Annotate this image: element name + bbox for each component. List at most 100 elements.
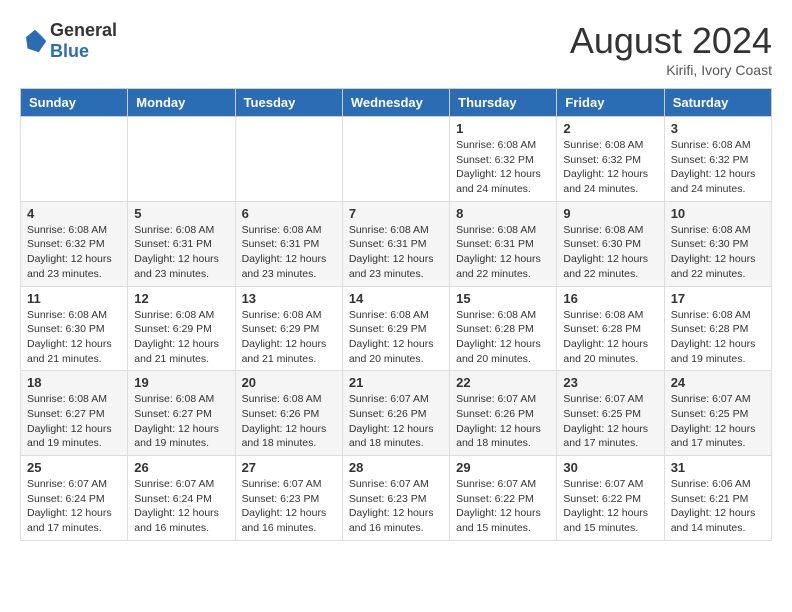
day-number: 31 [671,460,765,475]
day-number: 12 [134,291,228,306]
calendar-day-cell: 30 Sunrise: 6:07 AM Sunset: 6:22 PM Dayli… [557,456,664,541]
day-number: 5 [134,206,228,221]
logo-blue-text: Blue [50,41,89,61]
day-info: Sunrise: 6:08 AM Sunset: 6:32 PM Dayligh… [563,138,657,197]
day-number: 17 [671,291,765,306]
calendar-day-cell: 16 Sunrise: 6:08 AM Sunset: 6:28 PM Dayli… [557,286,664,371]
day-info: Sunrise: 6:07 AM Sunset: 6:22 PM Dayligh… [456,477,550,536]
day-number: 23 [563,375,657,390]
calendar-day-cell: 7 Sunrise: 6:08 AM Sunset: 6:31 PM Daylig… [342,201,449,286]
day-info: Sunrise: 6:08 AM Sunset: 6:31 PM Dayligh… [134,223,228,282]
day-info: Sunrise: 6:08 AM Sunset: 6:31 PM Dayligh… [242,223,336,282]
day-number: 22 [456,375,550,390]
day-info: Sunrise: 6:08 AM Sunset: 6:26 PM Dayligh… [242,392,336,451]
calendar-day-cell: 29 Sunrise: 6:07 AM Sunset: 6:22 PM Dayli… [450,456,557,541]
day-info: Sunrise: 6:08 AM Sunset: 6:27 PM Dayligh… [134,392,228,451]
day-info: Sunrise: 6:08 AM Sunset: 6:30 PM Dayligh… [27,308,121,367]
day-of-week-header: Friday [557,89,664,117]
calendar-day-cell: 8 Sunrise: 6:08 AM Sunset: 6:31 PM Daylig… [450,201,557,286]
day-number: 24 [671,375,765,390]
day-number: 13 [242,291,336,306]
day-number: 18 [27,375,121,390]
day-info: Sunrise: 6:07 AM Sunset: 6:24 PM Dayligh… [27,477,121,536]
day-info: Sunrise: 6:08 AM Sunset: 6:31 PM Dayligh… [349,223,443,282]
day-info: Sunrise: 6:08 AM Sunset: 6:28 PM Dayligh… [671,308,765,367]
day-info: Sunrise: 6:07 AM Sunset: 6:24 PM Dayligh… [134,477,228,536]
day-number: 7 [349,206,443,221]
day-info: Sunrise: 6:08 AM Sunset: 6:29 PM Dayligh… [134,308,228,367]
day-number: 2 [563,121,657,136]
calendar-week-row: 1 Sunrise: 6:08 AM Sunset: 6:32 PM Daylig… [21,117,772,202]
calendar-day-cell: 11 Sunrise: 6:08 AM Sunset: 6:30 PM Dayli… [21,286,128,371]
day-info: Sunrise: 6:08 AM Sunset: 6:28 PM Dayligh… [563,308,657,367]
day-info: Sunrise: 6:08 AM Sunset: 6:31 PM Dayligh… [456,223,550,282]
day-of-week-header: Wednesday [342,89,449,117]
calendar-day-cell: 23 Sunrise: 6:07 AM Sunset: 6:25 PM Dayli… [557,371,664,456]
day-info: Sunrise: 6:07 AM Sunset: 6:25 PM Dayligh… [563,392,657,451]
day-info: Sunrise: 6:07 AM Sunset: 6:23 PM Dayligh… [242,477,336,536]
calendar-day-cell: 20 Sunrise: 6:08 AM Sunset: 6:26 PM Dayli… [235,371,342,456]
calendar-day-cell: 5 Sunrise: 6:08 AM Sunset: 6:31 PM Daylig… [128,201,235,286]
location-subtitle: Kirifi, Ivory Coast [570,62,772,78]
day-number: 4 [27,206,121,221]
calendar-day-cell [21,117,128,202]
day-number: 21 [349,375,443,390]
day-info: Sunrise: 6:08 AM Sunset: 6:30 PM Dayligh… [563,223,657,282]
day-info: Sunrise: 6:08 AM Sunset: 6:28 PM Dayligh… [456,308,550,367]
calendar-day-cell: 3Sunrise: 6:08 AM Sunset: 6:32 PM Daylig… [664,117,771,202]
day-info: Sunrise: 6:08 AM Sunset: 6:27 PM Dayligh… [27,392,121,451]
day-number: 25 [27,460,121,475]
day-number: 15 [456,291,550,306]
calendar-week-row: 4 Sunrise: 6:08 AM Sunset: 6:32 PM Daylig… [21,201,772,286]
calendar-table: SundayMondayTuesdayWednesdayThursdayFrid… [20,88,772,541]
calendar-day-cell: 19 Sunrise: 6:08 AM Sunset: 6:27 PM Dayli… [128,371,235,456]
logo-general-text: General [50,20,117,40]
day-of-week-header: Tuesday [235,89,342,117]
calendar-day-cell: 18 Sunrise: 6:08 AM Sunset: 6:27 PM Dayli… [21,371,128,456]
calendar-day-cell: 17 Sunrise: 6:08 AM Sunset: 6:28 PM Dayli… [664,286,771,371]
day-number: 16 [563,291,657,306]
day-info: Sunrise: 6:07 AM Sunset: 6:22 PM Dayligh… [563,477,657,536]
calendar-day-cell: 2 Sunrise: 6:08 AM Sunset: 6:32 PM Daylig… [557,117,664,202]
title-area: August 2024 Kirifi, Ivory Coast [570,20,772,78]
calendar-day-cell: 27 Sunrise: 6:07 AM Sunset: 6:23 PM Dayli… [235,456,342,541]
calendar-week-row: 25 Sunrise: 6:07 AM Sunset: 6:24 PM Dayli… [21,456,772,541]
day-info: Sunrise: 6:07 AM Sunset: 6:26 PM Dayligh… [349,392,443,451]
day-number: 11 [27,291,121,306]
day-number: 14 [349,291,443,306]
day-info: Sunrise: 6:07 AM Sunset: 6:25 PM Dayligh… [671,392,765,451]
calendar-day-cell: 13Sunrise: 6:08 AM Sunset: 6:29 PM Dayli… [235,286,342,371]
day-number: 26 [134,460,228,475]
day-info: Sunrise: 6:08 AM Sunset: 6:32 PM Dayligh… [27,223,121,282]
day-number: 20 [242,375,336,390]
calendar-week-row: 11 Sunrise: 6:08 AM Sunset: 6:30 PM Dayli… [21,286,772,371]
day-number: 10 [671,206,765,221]
day-info: Sunrise: 6:07 AM Sunset: 6:23 PM Dayligh… [349,477,443,536]
calendar-day-cell: 6 Sunrise: 6:08 AM Sunset: 6:31 PM Daylig… [235,201,342,286]
calendar-day-cell [235,117,342,202]
calendar-day-cell: 12 Sunrise: 6:08 AM Sunset: 6:29 PM Dayli… [128,286,235,371]
calendar-day-cell: 1 Sunrise: 6:08 AM Sunset: 6:32 PM Daylig… [450,117,557,202]
day-info: Sunrise: 6:08 AM Sunset: 6:30 PM Dayligh… [671,223,765,282]
day-number: 9 [563,206,657,221]
day-info: Sunrise: 6:08 AM Sunset: 6:32 PM Dayligh… [456,138,550,197]
calendar-day-cell: 31Sunrise: 6:06 AM Sunset: 6:21 PM Dayli… [664,456,771,541]
day-info: Sunrise: 6:08 AM Sunset: 6:29 PM Dayligh… [349,308,443,367]
day-of-week-header: Monday [128,89,235,117]
day-number: 30 [563,460,657,475]
day-number: 29 [456,460,550,475]
calendar-day-cell: 15 Sunrise: 6:08 AM Sunset: 6:28 PM Dayli… [450,286,557,371]
calendar-day-cell: 14 Sunrise: 6:08 AM Sunset: 6:29 PM Dayli… [342,286,449,371]
calendar-day-cell: 22Sunrise: 6:07 AM Sunset: 6:26 PM Dayli… [450,371,557,456]
day-number: 6 [242,206,336,221]
day-number: 28 [349,460,443,475]
calendar-week-row: 18 Sunrise: 6:08 AM Sunset: 6:27 PM Dayli… [21,371,772,456]
generalblue-icon [20,26,50,56]
calendar-day-cell: 28 Sunrise: 6:07 AM Sunset: 6:23 PM Dayli… [342,456,449,541]
day-number: 8 [456,206,550,221]
calendar-day-cell [342,117,449,202]
day-of-week-header: Sunday [21,89,128,117]
day-number: 27 [242,460,336,475]
day-number: 1 [456,121,550,136]
day-number: 19 [134,375,228,390]
